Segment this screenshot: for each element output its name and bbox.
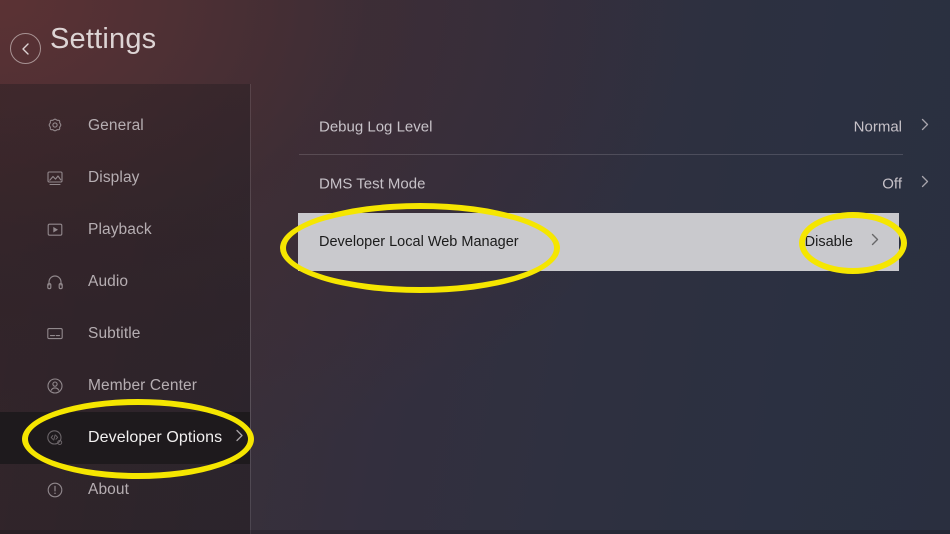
setting-label: Debug Log Level [319, 119, 432, 136]
sidebar-item-display[interactable]: Display [0, 152, 250, 204]
sidebar-item-label: Member Center [88, 377, 197, 395]
sidebar-item-developer-options[interactable]: Developer Options [0, 412, 250, 464]
setting-label: DMS Test Mode [319, 176, 425, 193]
code-circle-icon [44, 427, 66, 449]
setting-row-dms-test-mode[interactable]: DMS Test Mode Off [251, 155, 950, 213]
setting-value: Normal [854, 119, 902, 136]
sidebar-item-label: Audio [88, 273, 128, 291]
chevron-right-icon [920, 117, 930, 138]
chevron-right-icon [235, 429, 244, 448]
settings-list: Debug Log Level Normal DMS Test Mode Off… [251, 84, 950, 534]
sidebar-item-label: About [88, 481, 129, 499]
sidebar-item-audio[interactable]: Audio [0, 256, 250, 308]
settings-screen: Settings General Display [0, 0, 950, 534]
sidebar-item-general[interactable]: General [0, 100, 250, 152]
setting-row-developer-local-web-manager[interactable]: Developer Local Web Manager Disable [298, 213, 899, 271]
sidebar-item-member-center[interactable]: Member Center [0, 360, 250, 412]
chevron-left-circle-icon [20, 42, 32, 56]
setting-label: Developer Local Web Manager [319, 234, 519, 250]
sidebar-item-label: Display [88, 169, 140, 187]
page-title: Settings [50, 23, 156, 56]
sidebar-item-playback[interactable]: Playback [0, 204, 250, 256]
info-icon [44, 479, 66, 501]
sidebar-item-about[interactable]: About [0, 464, 250, 516]
sidebar-item-subtitle[interactable]: Subtitle [0, 308, 250, 360]
back-button[interactable] [10, 33, 41, 64]
gear-icon [44, 115, 66, 137]
subtitle-icon [44, 323, 66, 345]
person-icon [44, 375, 66, 397]
setting-value: Off [882, 176, 902, 193]
setting-value: Disable [805, 234, 853, 250]
sidebar-item-label: Subtitle [88, 325, 141, 343]
chevron-right-icon [920, 174, 930, 195]
bottom-edge [0, 530, 950, 534]
chevron-right-icon [870, 232, 880, 253]
setting-row-debug-log-level[interactable]: Debug Log Level Normal [251, 98, 950, 156]
sidebar-item-label: Playback [88, 221, 152, 239]
play-box-icon [44, 219, 66, 241]
sidebar: General Display Playback [0, 84, 250, 534]
sidebar-item-label: General [88, 117, 144, 135]
image-icon [44, 167, 66, 189]
headphones-icon [44, 271, 66, 293]
sidebar-item-label: Developer Options [88, 429, 222, 447]
page-header: Settings [0, 0, 950, 84]
